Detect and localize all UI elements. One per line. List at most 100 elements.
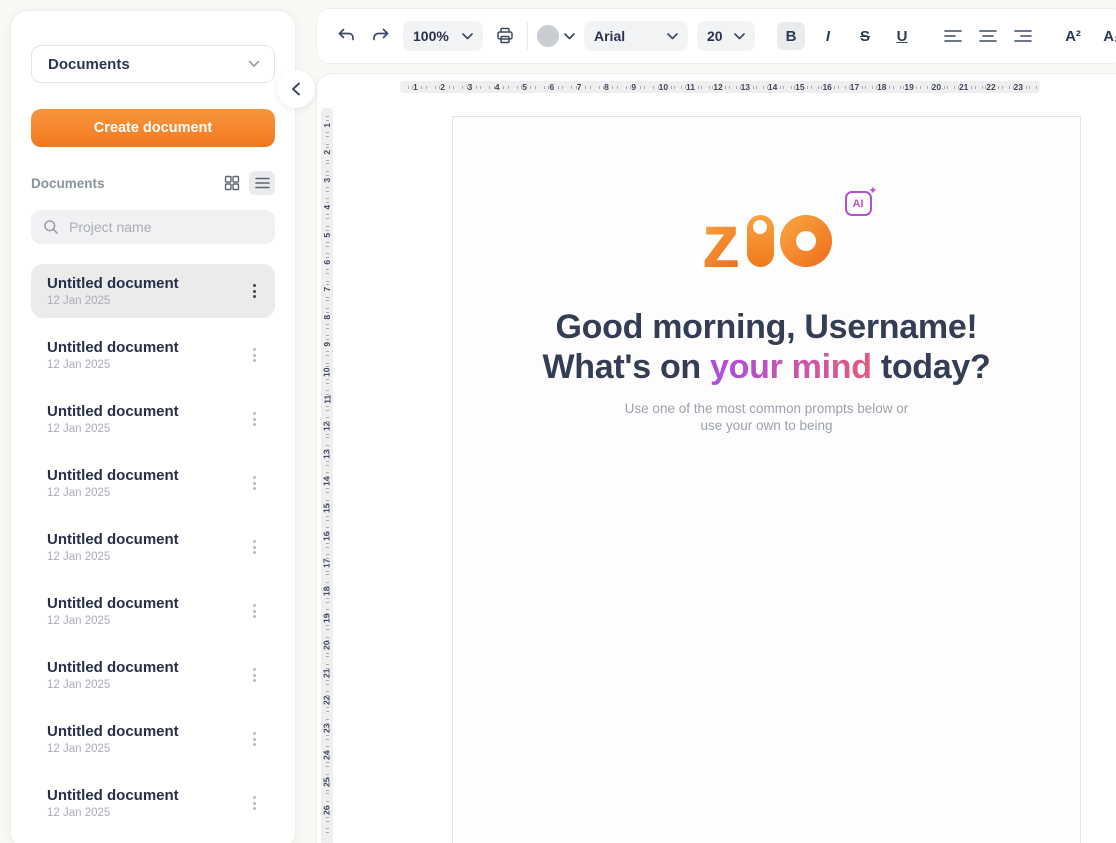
vertical-ruler[interactable]: 1234567891011121314151617181920212223242… xyxy=(321,108,333,843)
document-list-item[interactable]: Untitled document 12 Jan 2025 xyxy=(31,328,275,382)
ruler-tick xyxy=(326,488,329,489)
ruler-tick xyxy=(324,605,331,606)
zoom-select[interactable]: 100% xyxy=(403,21,483,51)
redo-button[interactable] xyxy=(368,23,394,49)
align-center-button[interactable] xyxy=(975,23,1001,49)
ruler-tick xyxy=(736,86,737,89)
ruler-number: 17 xyxy=(323,559,332,568)
superscript-button[interactable]: A² xyxy=(1058,22,1088,50)
greeting-line2: What's on your mind today? xyxy=(453,347,1080,387)
sidebar-collapse-button[interactable] xyxy=(277,70,315,108)
undo-button[interactable] xyxy=(333,23,359,49)
greeting-line2-suffix: today? xyxy=(872,348,991,386)
ruler-number: 12 xyxy=(713,83,722,92)
document-list-item[interactable]: Untitled document 12 Jan 2025 xyxy=(31,264,275,318)
bold-button[interactable]: B xyxy=(777,22,805,50)
document-list-item[interactable]: Untitled document 12 Jan 2025 xyxy=(31,776,275,830)
ruler-tick xyxy=(954,86,955,89)
strikethrough-button[interactable]: S xyxy=(851,22,879,50)
ruler-number: 21 xyxy=(959,83,968,92)
ruler-tick xyxy=(326,762,329,763)
ruler-tick xyxy=(326,242,329,243)
document-menu-button[interactable] xyxy=(245,343,263,367)
ruler-tick xyxy=(644,86,645,89)
ruler-tick xyxy=(326,774,329,775)
document-page[interactable]: z AI ✦ Good morning, Username! What's on… xyxy=(452,116,1081,843)
subtitle-line1: Use one of the most common prompts below… xyxy=(453,400,1080,417)
grid-view-button[interactable] xyxy=(219,171,245,195)
ruler-tick xyxy=(326,790,329,791)
ruler-tick xyxy=(705,84,706,91)
document-menu-button[interactable] xyxy=(245,791,263,815)
text-color-picker[interactable] xyxy=(537,25,575,47)
workspace-select[interactable]: Documents xyxy=(31,45,275,83)
document-menu-button[interactable] xyxy=(245,471,263,495)
ruler-tick xyxy=(872,86,873,89)
ruler-tick xyxy=(326,629,329,630)
document-date: 12 Jan 2025 xyxy=(47,743,245,755)
document-list-item[interactable]: Untitled document 12 Jan 2025 xyxy=(31,456,275,510)
ruler-number: 10 xyxy=(323,367,332,376)
ruler-tick xyxy=(324,688,331,689)
ruler-tick xyxy=(326,554,329,555)
align-left-button[interactable] xyxy=(940,23,966,49)
ruler-tick xyxy=(326,324,329,325)
ruler-number: 20 xyxy=(323,641,332,650)
ruler-number: 15 xyxy=(795,83,804,92)
document-menu-button[interactable] xyxy=(245,727,263,751)
toolbar-divider xyxy=(527,22,528,50)
document-menu-button[interactable] xyxy=(245,407,263,431)
search-input[interactable] xyxy=(69,219,263,235)
create-document-button[interactable]: Create document xyxy=(31,109,275,147)
document-list-item[interactable]: Untitled document 12 Jan 2025 xyxy=(31,520,275,574)
document-date: 12 Jan 2025 xyxy=(47,615,245,627)
italic-button[interactable]: I xyxy=(814,22,842,50)
ruler-tick xyxy=(326,300,329,301)
document-title: Untitled document xyxy=(47,723,245,740)
ruler-number: 14 xyxy=(768,83,777,92)
ruler-tick xyxy=(1005,84,1006,91)
document-list-item[interactable]: Untitled document 12 Jan 2025 xyxy=(31,712,275,766)
ruler-tick xyxy=(324,222,331,223)
ai-badge-label: AI xyxy=(853,198,864,210)
ruler-tick xyxy=(326,171,329,172)
ruler-tick xyxy=(326,132,329,133)
font-family-select[interactable]: Arial xyxy=(584,21,688,51)
ruler-tick xyxy=(1033,84,1034,91)
ruler-tick xyxy=(889,86,890,89)
document-list-item[interactable]: Untitled document 12 Jan 2025 xyxy=(31,648,275,702)
ruler-tick xyxy=(326,547,329,548)
ruler-tick xyxy=(1002,86,1003,89)
ruler-tick xyxy=(326,144,329,145)
ruler-tick xyxy=(326,461,329,462)
list-view-button[interactable] xyxy=(249,171,275,195)
print-button[interactable] xyxy=(492,23,518,49)
subscript-button[interactable]: A₂ xyxy=(1097,22,1116,50)
ruler-tick xyxy=(421,86,422,89)
ruler-number: 20 xyxy=(932,83,941,92)
document-menu-button[interactable] xyxy=(245,599,263,623)
horizontal-ruler[interactable]: 1234567891011121314151617181920212223 xyxy=(400,81,1040,93)
document-list-item[interactable]: Untitled document 12 Jan 2025 xyxy=(31,584,275,638)
ruler-number: 26 xyxy=(323,805,332,814)
ruler-tick xyxy=(326,187,329,188)
ruler-tick xyxy=(978,84,979,91)
document-menu-button[interactable] xyxy=(245,663,263,687)
ruler-tick xyxy=(698,86,699,89)
document-title: Untitled document xyxy=(47,595,245,612)
document-menu-button[interactable] xyxy=(245,535,263,559)
document-title: Untitled document xyxy=(47,339,245,356)
document-menu-button[interactable] xyxy=(245,279,263,303)
ruler-tick xyxy=(435,86,436,89)
ruler-number: 6 xyxy=(549,83,554,92)
document-list-item[interactable]: Untitled document 12 Jan 2025 xyxy=(31,392,275,446)
logo-letter-z: z xyxy=(702,215,741,267)
ruler-tick xyxy=(558,86,559,89)
ruler-tick xyxy=(838,86,839,89)
project-search[interactable] xyxy=(31,210,275,244)
ruler-number: 8 xyxy=(604,83,609,92)
font-size-select[interactable]: 20 xyxy=(697,21,755,51)
underline-button[interactable]: U xyxy=(888,22,916,50)
workspace-select-value: Documents xyxy=(48,56,130,73)
align-right-button[interactable] xyxy=(1010,23,1036,49)
